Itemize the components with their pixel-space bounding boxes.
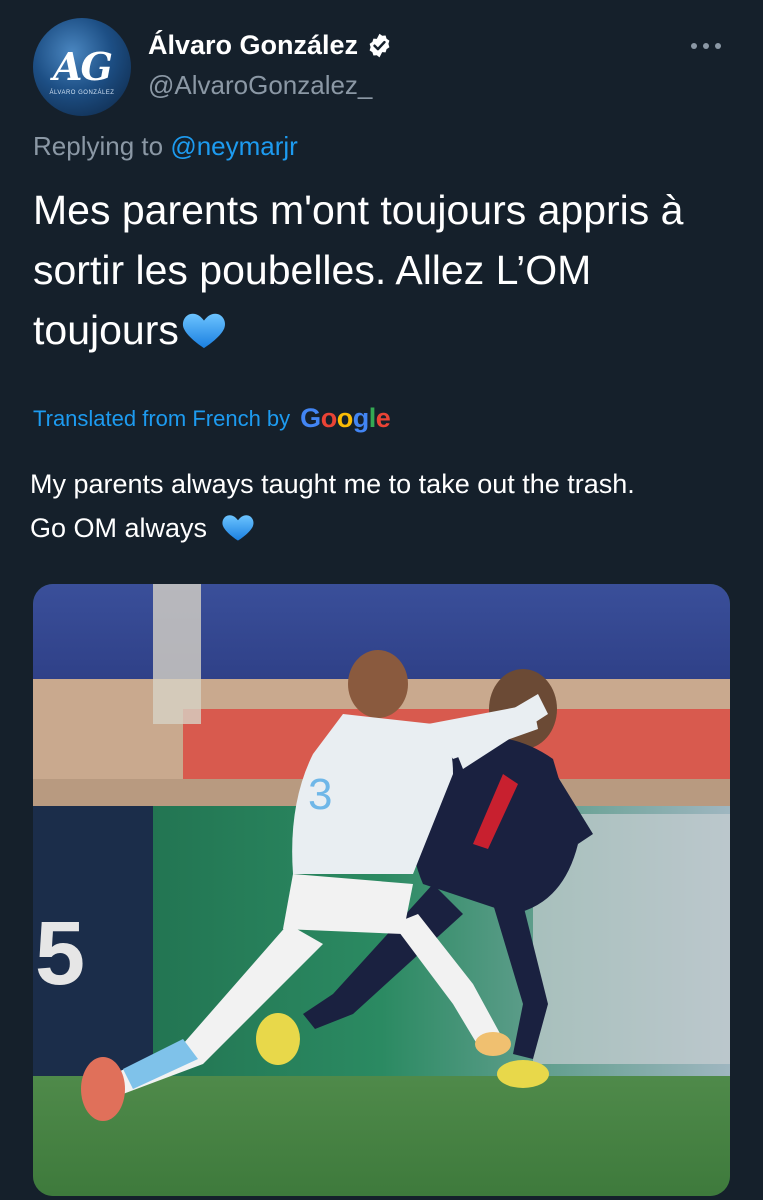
translated-text-line-last: Go OM always [30,506,740,550]
replying-to: Replying to @neymarjr [33,131,298,162]
avatar[interactable]: AG ÁLVARO GONZÁLEZ [33,18,131,116]
author-name-row: Álvaro González [148,30,393,61]
avatar-logo-text: AG [53,44,113,89]
football-photo: 5 3 [33,584,730,1196]
google-logo: Google [300,403,391,433]
translated-text-line: My parents always taught me to take out … [30,469,635,499]
more-options-icon[interactable] [691,36,731,56]
avatar-small-text: ÁLVARO GONZÁLEZ [49,90,115,96]
tweet-text-line: Mes parents m'ont toujours appris à [33,187,684,233]
tweet-text-line-last: toujours [33,300,733,360]
reply-mention-link[interactable]: @neymarjr [170,131,298,161]
svg-text:5: 5 [35,904,85,1004]
tweet-text-line: sortir les poubelles. Allez L’OM [33,247,592,293]
tweet-text-line: toujours [33,307,179,353]
author-handle[interactable]: @AlvaroGonzalez_ [148,70,372,101]
translated-label[interactable]: Translated from French by Google [33,403,391,434]
tweet-text: Mes parents m'ont toujours appris à sort… [33,180,733,360]
svg-text:3: 3 [308,770,332,819]
translated-text-line: Go OM always [30,513,208,543]
blue-heart-icon [222,515,254,541]
tweet: AG ÁLVARO GONZÁLEZ Álvaro González @Alva… [0,0,763,1200]
verified-badge-icon [369,33,390,58]
author-name[interactable]: Álvaro González [148,30,358,61]
translated-from-text: Translated from French by [33,405,291,431]
reply-prefix: Replying to [33,131,164,161]
blue-heart-icon [182,313,225,349]
translated-text: My parents always taught me to take out … [30,462,740,550]
tweet-photo[interactable]: 5 3 [33,584,730,1196]
